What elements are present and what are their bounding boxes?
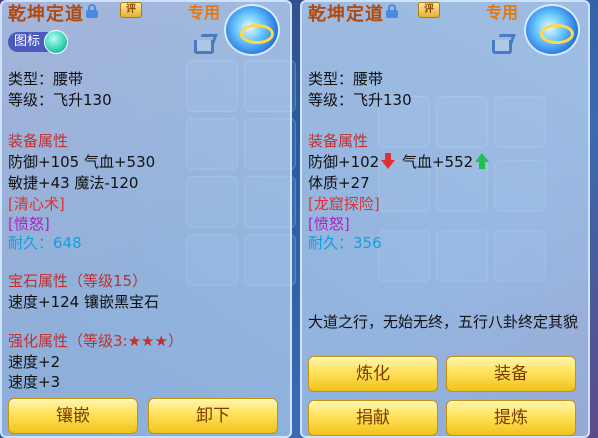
refine-button[interactable]: 炼化 xyxy=(308,356,438,392)
item-title: 乾坤定道 xyxy=(308,4,384,25)
arrow-up-icon xyxy=(475,153,490,169)
special-effect: [愤怒] xyxy=(308,215,350,233)
equip-attr-heading: 装备属性 xyxy=(8,132,69,150)
type-line: 类型：腰带 xyxy=(308,70,384,88)
level-line: 等级：飞升130 xyxy=(308,91,412,109)
compare-item-panel: 乾坤定道 评 专用 类型：腰带 等级：飞升130 装备属性 防御+102 气血+… xyxy=(300,0,590,438)
unequip-button[interactable]: 卸下 xyxy=(148,398,278,434)
attr-line: 体质+27 xyxy=(308,174,370,192)
attr-line: 敏捷+43 魔法-120 xyxy=(8,174,139,192)
durability: 耐久：356 xyxy=(308,234,382,252)
inlay-button[interactable]: 镶嵌 xyxy=(8,398,138,434)
hp-value: 气血+552 xyxy=(401,153,474,171)
share-icon[interactable] xyxy=(492,34,516,54)
special-effect: [愤怒] xyxy=(8,215,50,233)
extract-button[interactable]: 提炼 xyxy=(446,400,576,436)
lock-icon xyxy=(86,4,98,18)
equipped-item-panel: 乾坤定道 评 专用 图标 类型：腰带 等级：飞升130 装备属性 防御+105 … xyxy=(0,0,292,438)
special-skill: [清心术] xyxy=(8,195,65,213)
gem-heading: 宝石属性（等级15） xyxy=(8,272,148,290)
enhance-line: 速度+3 xyxy=(8,373,61,391)
exclusive-label: 专用 xyxy=(188,3,221,22)
icon-toggle[interactable]: 图标 xyxy=(8,30,69,54)
equip-button[interactable]: 装备 xyxy=(446,356,576,392)
share-icon[interactable] xyxy=(194,34,218,54)
equip-attr-heading: 装备属性 xyxy=(308,132,369,150)
attr-line: 防御+102 气血+552 xyxy=(308,151,491,172)
equipment-orb-icon xyxy=(524,4,580,56)
item-description: 大道之行，无始无终，五行八卦终定其貌 xyxy=(308,313,579,331)
equipment-orb-icon xyxy=(224,4,280,56)
level-line: 等级：飞升130 xyxy=(8,91,112,109)
type-line: 类型：腰带 xyxy=(8,70,84,88)
exclusive-label: 专用 xyxy=(486,3,519,22)
defense-value: 防御+102 xyxy=(308,153,380,171)
arrow-down-icon xyxy=(381,153,396,169)
lock-icon xyxy=(386,4,398,18)
donate-button[interactable]: 捐献 xyxy=(308,400,438,436)
gem-line: 速度+124 镶嵌黑宝石 xyxy=(8,293,159,311)
enhance-heading: 强化属性（等级3:★★★） xyxy=(8,332,183,350)
rating-badge[interactable]: 评 xyxy=(120,2,142,18)
item-title: 乾坤定道 xyxy=(8,4,84,25)
attr-line: 防御+105 气血+530 xyxy=(8,153,156,171)
enhance-line: 速度+2 xyxy=(8,353,61,371)
icon-toggle-label: 图标 xyxy=(14,34,41,49)
durability: 耐久：648 xyxy=(8,234,82,252)
toggle-icon xyxy=(44,30,69,54)
rating-badge[interactable]: 评 xyxy=(418,2,440,18)
special-skill: [龙窟探险] xyxy=(308,195,380,213)
